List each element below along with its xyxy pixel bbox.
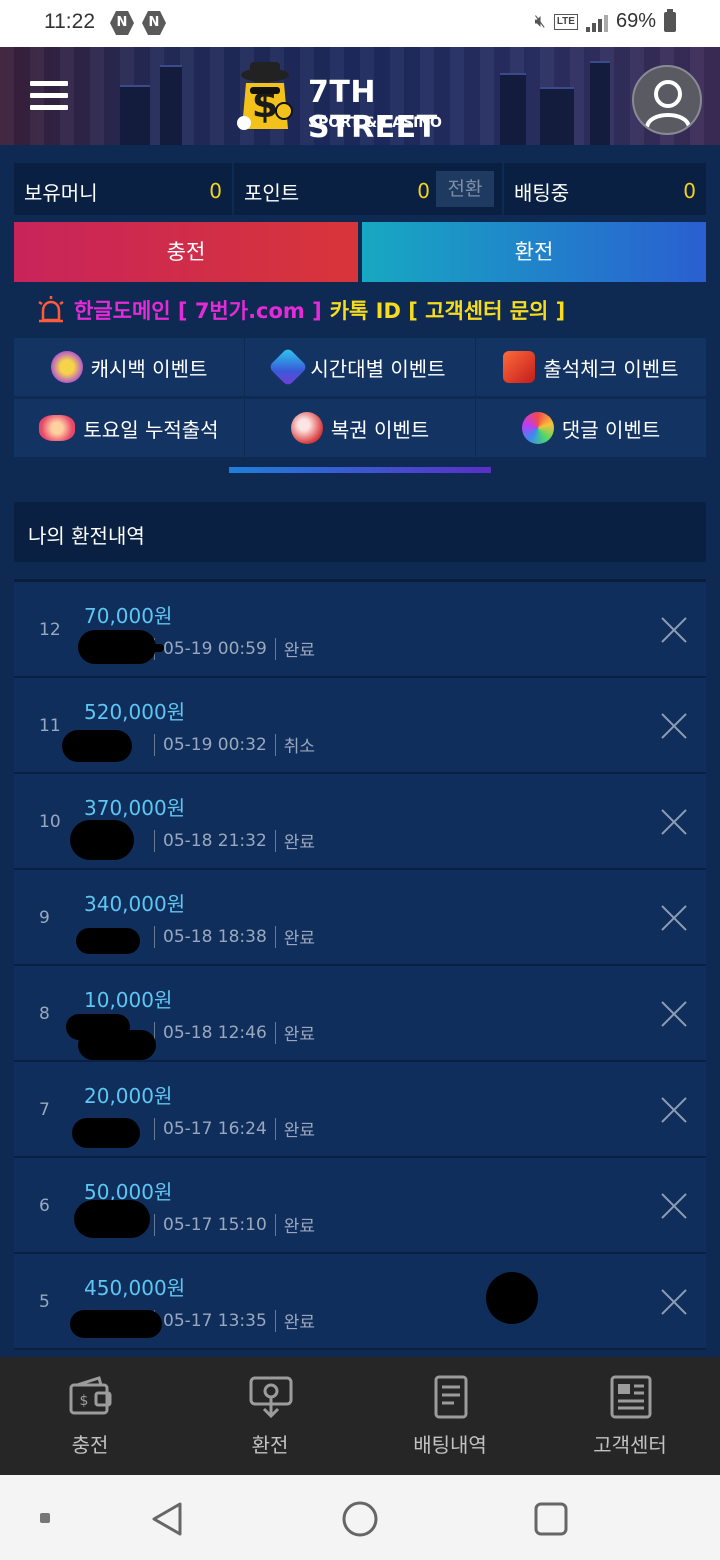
back-icon[interactable] — [150, 1501, 184, 1537]
nav-withdraw[interactable]: 환전 — [180, 1357, 360, 1475]
notice-banner: 한글도메인 [ 7번가.com ] 카톡 ID [ 고객센터 문의 ] — [36, 295, 565, 325]
table-row[interactable]: 8 10,000원 05-18 12:46 완료 — [14, 966, 706, 1062]
event-grid: 캐시백 이벤트 시간대별 이벤트 출석체크 이벤트 토요일 누적출석 복권 이벤… — [14, 338, 706, 457]
event-cashback[interactable]: 캐시백 이벤트 — [14, 338, 244, 396]
nav-bet-history[interactable]: 배팅내역 — [360, 1357, 540, 1475]
table-row[interactable]: 5 450,000원 05-17 13:35 완료 — [14, 1254, 706, 1350]
battery-percent: 69% — [615, 10, 656, 32]
close-icon[interactable] — [660, 808, 688, 836]
table-row[interactable]: 12 70,000원 05-19 00:59 완료 — [14, 582, 706, 678]
bottom-nav: $ 충전 환전 배팅내역 고객센터 — [0, 1357, 720, 1475]
history-list: 12 70,000원 05-19 00:59 완료 11 520,000원 05-… — [14, 582, 706, 1350]
redaction-mark — [70, 820, 134, 860]
nav-dot-icon — [40, 1513, 50, 1523]
point-label: 포인트 — [244, 181, 300, 205]
n-badge-icon: N — [142, 11, 166, 35]
recents-icon[interactable] — [533, 1501, 569, 1537]
redaction-dot — [486, 1272, 538, 1324]
redaction-mark — [74, 1200, 150, 1238]
betting-label: 배팅중 — [514, 181, 570, 205]
home-icon[interactable] — [341, 1500, 379, 1538]
mascot-logo-icon: $ — [237, 62, 293, 130]
status-time: 11:22 — [44, 10, 95, 33]
table-row[interactable]: 6 50,000원 05-17 15:10 완료 — [14, 1158, 706, 1254]
redaction-mark — [76, 928, 140, 954]
event-attendance[interactable]: 출석체크 이벤트 — [476, 338, 706, 396]
close-icon[interactable] — [660, 1096, 688, 1124]
alarm-icon — [38, 296, 64, 323]
brand-title: 7TH STREET — [308, 75, 438, 145]
menu-icon[interactable] — [30, 81, 68, 111]
nav-support[interactable]: 고객센터 — [540, 1357, 720, 1475]
table-row[interactable]: 9 340,000원 05-18 18:38 완료 — [14, 870, 706, 966]
close-icon[interactable] — [660, 712, 688, 740]
wallet-icon: $ — [69, 1376, 112, 1415]
carousel-indicator — [229, 467, 491, 473]
money-value: 0 — [209, 179, 222, 203]
event-lottery[interactable]: 복권 이벤트 — [245, 399, 475, 457]
betting-balance: 배팅중 0 — [504, 163, 706, 215]
dice-icon — [503, 351, 536, 383]
signal-icon — [585, 12, 608, 32]
redaction-mark — [70, 1310, 162, 1338]
site-header: $ 7TH STREET SPORT & CASINO — [0, 47, 720, 145]
point-balance: 포인트 0 전환 — [234, 163, 502, 215]
table-row[interactable]: 7 20,000원 05-17 16:24 완료 — [14, 1062, 706, 1158]
redaction-mark — [72, 1118, 140, 1148]
redaction-mark — [62, 730, 132, 762]
mute-icon: 🔇︎ — [534, 11, 546, 31]
money-label: 보유머니 — [24, 181, 98, 205]
close-icon[interactable] — [660, 904, 688, 932]
nav-deposit[interactable]: $ 충전 — [0, 1357, 180, 1475]
newspaper-icon — [610, 1375, 652, 1419]
gem-icon — [268, 347, 309, 387]
document-icon — [434, 1375, 468, 1419]
close-icon[interactable] — [660, 1000, 688, 1028]
convert-button[interactable]: 전환 — [436, 171, 494, 207]
table-row[interactable]: 10 370,000원 05-18 21:32 완료 — [14, 774, 706, 870]
chip-icon — [39, 415, 76, 441]
deposit-button[interactable]: 충전 — [14, 222, 358, 282]
event-saturday[interactable]: 토요일 누적출석 — [14, 399, 244, 457]
notice-domain: 한글도메인 [ 7번가.com ] — [74, 299, 322, 323]
history-title: 나의 환전내역 — [14, 502, 706, 562]
brand-logo[interactable]: $ 7TH STREET SPORT & CASINO — [232, 57, 492, 145]
n-badge-icon: N — [110, 11, 134, 35]
brand-subtitle: SPORT & CASINO — [308, 115, 442, 131]
notice-kakao: 카톡 ID [ 고객센터 문의 ] — [329, 299, 566, 323]
withdraw-button[interactable]: 환전 — [362, 222, 706, 282]
close-icon[interactable] — [660, 1288, 688, 1316]
withdraw-atm-icon — [249, 1376, 293, 1419]
status-bar: 11:22 N N 🔇︎ LTE 69% — [0, 0, 720, 47]
cashback-coin-icon — [50, 351, 83, 383]
event-comment[interactable]: 댓글 이벤트 — [476, 399, 706, 457]
betting-value: 0 — [683, 179, 696, 203]
close-icon[interactable] — [660, 1192, 688, 1220]
table-row[interactable]: 11 520,000원 05-19 00:32 취소 — [14, 678, 706, 774]
money-balance: 보유머니 0 — [14, 163, 232, 215]
event-timeslot[interactable]: 시간대별 이벤트 — [245, 338, 475, 396]
comment-wheel-icon — [521, 412, 554, 444]
svg-text:$: $ — [80, 1393, 89, 1409]
status-right: 🔇︎ LTE 69% — [534, 8, 676, 33]
point-value: 0 — [417, 179, 430, 203]
action-buttons: 충전 환전 — [14, 222, 706, 282]
profile-avatar-icon[interactable] — [632, 65, 702, 135]
lte-icon: LTE — [553, 13, 578, 30]
balance-row: 보유머니 0 포인트 0 전환 배팅중 0 — [14, 163, 706, 215]
battery-icon — [664, 8, 676, 32]
close-icon[interactable] — [660, 616, 688, 644]
system-nav-bar — [0, 1475, 720, 1560]
lottery-ball-icon — [290, 412, 323, 444]
